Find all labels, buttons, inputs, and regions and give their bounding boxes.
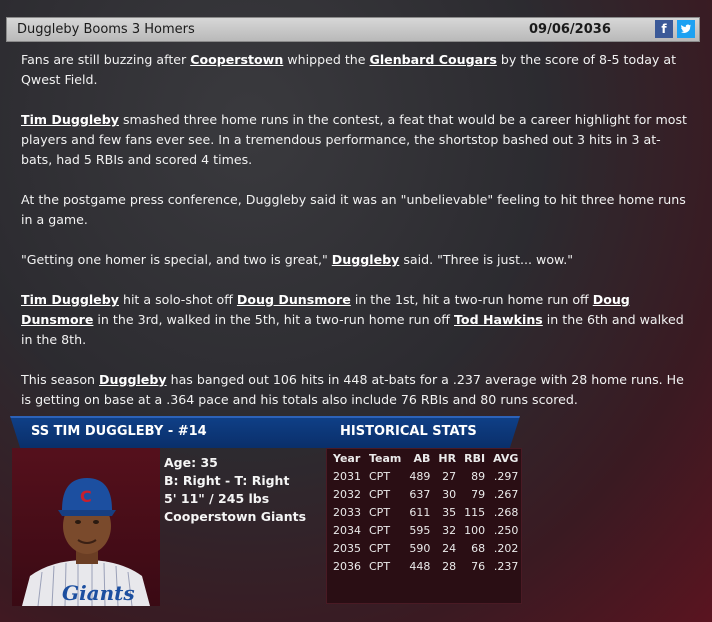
article-paragraph: Tim Duggleby hit a solo-shot off Doug Du… [21,290,689,350]
article-text: At the postgame press conference, Duggle… [21,192,686,227]
stats-cell: 100 [464,523,486,537]
stats-cell: 2033 [333,505,361,519]
stats-cell: 32 [442,523,457,537]
historical-stats-title: HISTORICAL STATS [340,424,477,439]
stats-cell: 27 [442,469,457,483]
article-title-bar: Duggleby Booms 3 Homers 09/06/2036 f [6,17,700,42]
table-row: 2035 CPT 590 24 68 .202 [329,539,522,557]
stats-cell: .268 [493,505,519,519]
player-height-weight: 5' 11" / 245 lbs [164,491,270,506]
article-text: smashed three home runs in the contest, … [21,112,687,167]
team-link-glenbard-cougars[interactable]: Glenbard Cougars [370,52,497,67]
player-age: Age: 35 [164,455,218,470]
stats-cell: 2034 [333,523,361,537]
stats-cell: .202 [493,541,519,555]
table-row: 2036 CPT 448 28 76 .237 [329,557,522,575]
stats-cell: 89 [471,469,486,483]
stats-cell: 24 [442,541,457,555]
article-paragraph: "Getting one homer is special, and two i… [21,250,689,270]
article-title: Duggleby Booms 3 Homers [17,22,195,37]
stats-cell: CPT [369,505,391,519]
stats-cell: 2035 [333,541,361,555]
article-text: whipped the [283,52,370,67]
article-text: Fans are still buzzing after [21,52,191,67]
stats-cell: CPT [369,469,391,483]
table-row: 2031 CPT 489 27 89 .297 [329,467,522,485]
stats-cell: 79 [471,487,486,501]
stats-cell: CPT [369,523,391,537]
player-bats-throws: B: Right - T: Right [164,473,290,488]
stats-header-row: Year Team AB HR RBI AVG [329,450,522,467]
facebook-share-icon[interactable]: f [655,20,673,38]
player-card-header: SS TIM DUGGLEBY - #14 HISTORICAL STATS [10,416,520,448]
article-text: in the 1st, hit a two-run home run off [350,292,593,307]
stats-cell: CPT [369,541,391,555]
player-link-duggleby[interactable]: Duggleby [332,252,400,267]
stats-cell: .267 [493,487,519,501]
stats-cell: 76 [471,559,486,573]
stats-cell: CPT [369,487,391,501]
table-row: 2033 CPT 611 35 115 .268 [329,503,522,521]
stats-cell: 448 [409,559,431,573]
article-paragraph: At the postgame press conference, Duggle… [21,190,689,230]
jersey-text: Giants [62,581,135,605]
stats-col-avg[interactable]: AVG [489,450,522,467]
player-link-duggleby[interactable]: Duggleby [99,372,167,387]
stats-table: Year Team AB HR RBI AVG 2031 CPT 489 27 89 .2… [329,450,522,575]
stats-col-team[interactable]: Team [365,450,405,467]
player-team[interactable]: Cooperstown Giants [164,508,306,526]
player-portrait-icon: Giants C [22,478,150,607]
stats-cell: 637 [409,487,431,501]
stats-cell: 595 [409,523,431,537]
cap-letter: C [80,487,92,506]
table-row: 2034 CPT 595 32 100 .250 [329,521,522,539]
table-row: 2032 CPT 637 30 79 .267 [329,485,522,503]
player-link-tim-duggleby[interactable]: Tim Duggleby [21,292,119,307]
team-link-cooperstown[interactable]: Cooperstown [190,52,283,67]
stats-cell: .297 [493,469,519,483]
stats-cell: 2031 [333,469,361,483]
stats-cell: CPT [369,559,391,573]
player-link-tim-duggleby[interactable]: Tim Duggleby [21,112,119,127]
stats-col-rbi[interactable]: RBI [460,450,489,467]
stats-col-hr[interactable]: HR [434,450,460,467]
stats-cell: 611 [409,505,431,519]
article-text: "Getting one homer is special, and two i… [21,252,332,267]
stats-cell: 115 [464,505,486,519]
stats-cell: 2036 [333,559,361,573]
player-card: SS TIM DUGGLEBY - #14 HISTORICAL STATS G… [10,416,522,608]
article-text: said. "Three is just... wow." [399,252,573,267]
stats-cell: 2032 [333,487,361,501]
player-link-tod-hawkins[interactable]: Tod Hawkins [454,312,543,327]
stats-col-year[interactable]: Year [329,450,365,467]
article-paragraph: Fans are still buzzing after Cooperstown… [21,50,689,90]
article-text: This season [21,372,100,387]
player-card-name[interactable]: SS TIM DUGGLEBY - #14 [31,424,207,439]
stats-cell: 30 [442,487,457,501]
twitter-share-icon[interactable] [677,20,695,38]
stats-cell: 590 [409,541,431,555]
stats-cell: 68 [471,541,486,555]
stats-cell: 28 [442,559,457,573]
stats-cell: 489 [409,469,431,483]
article-text: hit a solo-shot off [118,292,237,307]
stats-cell: .250 [493,523,519,537]
article-paragraph: This season Duggleby has banged out 106 … [21,370,689,410]
stats-cell: .237 [493,559,519,573]
player-photo: Giants C [12,448,160,607]
stats-col-ab[interactable]: AB [405,450,434,467]
historical-stats-table: Year Team AB HR RBI AVG 2031 CPT 489 27 89 .2… [326,448,522,604]
article-date: 09/06/2036 [529,22,611,37]
article-text: in the 3rd, walked in the 5th, hit a two… [93,312,454,327]
article-body: Fans are still buzzing after Cooperstown… [21,50,689,430]
article-paragraph: Tim Duggleby smashed three home runs in … [21,110,689,170]
player-bio: Age: 35 B: Right - T: Right 5' 11" / 245… [164,454,306,526]
stats-cell: 35 [442,505,457,519]
player-link-doug-dunsmore[interactable]: Doug Dunsmore [237,292,351,307]
